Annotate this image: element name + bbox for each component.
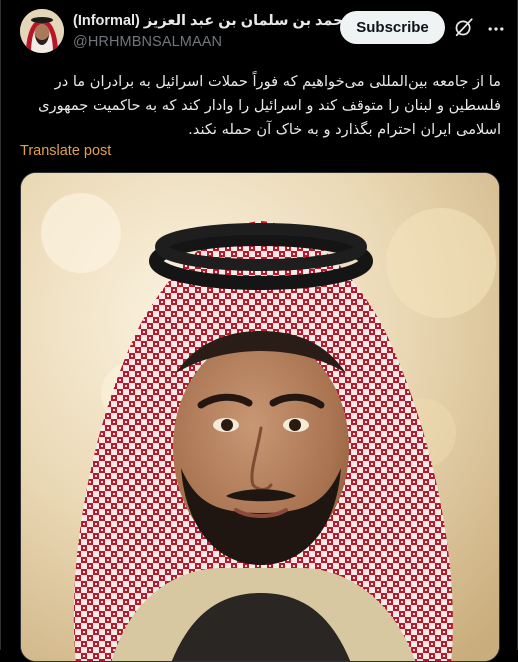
portrait-photo [21,173,499,661]
user-handle[interactable]: @HRHMBNSALMAAN [73,32,333,52]
avatar-image [20,9,64,53]
display-name-row: محمد بن سلمان بن عبد العزيز (Informal) [73,10,373,32]
display-name[interactable]: محمد بن سلمان بن عبد العزيز (Informal) [73,13,353,29]
tweet-card: محمد بن سلمان بن عبد العزيز (Informal) @… [0,0,518,662]
more-icon[interactable] [486,19,506,39]
post-text: ما از جامعه بین‌المللی می‌خواهیم که فورا… [38,73,501,138]
avatar[interactable] [20,9,64,53]
translate-post-link[interactable]: Translate post [20,143,111,163]
post-image[interactable] [20,172,500,662]
subscribe-button[interactable]: Subscribe [340,11,445,44]
grok-icon[interactable] [453,16,475,38]
tweet-header: محمد بن سلمان بن عبد العزيز (Informal) @… [1,0,518,64]
author-info: محمد بن سلمان بن عبد العزيز (Informal) @… [73,10,373,52]
